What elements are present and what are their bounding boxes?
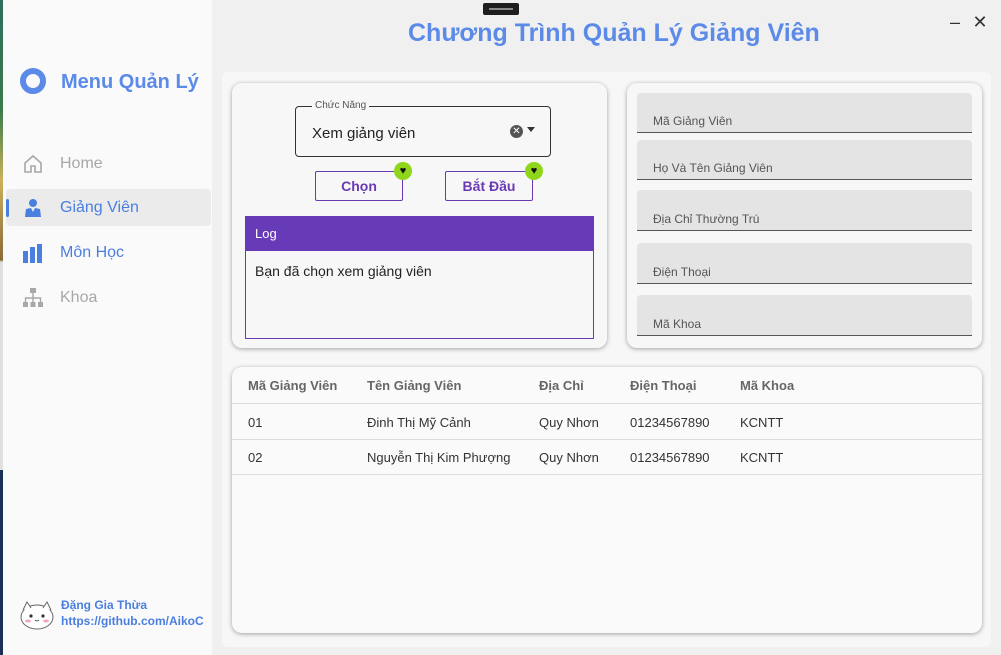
table-cell: KCNTT (740, 415, 784, 430)
teacher-icon (25, 199, 41, 217)
avatar (20, 601, 54, 630)
sidebar: Menu Quản Lý Home Giảng Viên Môn Học Kho… (3, 0, 212, 655)
field-placeholder: Mã Giảng Viên (653, 114, 733, 128)
log-panel: Log Bạn đã chọn xem giảng viên (245, 216, 594, 339)
table-row[interactable]: 02 Nguyễn Thị Kim Phượng Quy Nhơn 012345… (232, 440, 982, 475)
page-title: Chương Trình Quản Lý Giảng Viên (408, 19, 820, 47)
home-icon (24, 154, 42, 173)
column-header[interactable]: Địa Chỉ (539, 378, 584, 393)
department-id-field[interactable]: Mã Khoa (637, 295, 972, 336)
column-header[interactable]: Mã Giảng Viên (248, 378, 337, 393)
table-cell: Đinh Thị Mỹ Cảnh (367, 415, 471, 430)
chevron-down-icon[interactable] (527, 127, 535, 132)
author-name: Đặng Gia Thừa (61, 598, 148, 612)
table-cell: 01234567890 (630, 450, 710, 465)
table-header: Mã Giảng Viên Tên Giảng Viên Địa Chỉ Điệ… (232, 367, 982, 404)
app-window: Menu Quản Lý Home Giảng Viên Môn Học Kho… (0, 0, 1001, 655)
sidebar-item-label: Môn Học (60, 244, 125, 261)
drag-handle[interactable] (483, 3, 519, 15)
log-title: Log (246, 217, 593, 251)
sidebar-item-home[interactable]: Home (6, 145, 211, 182)
lecturer-name-field[interactable]: Họ Và Tên Giảng Viên (637, 140, 972, 180)
org-chart-icon (23, 288, 43, 307)
table-cell: Nguyễn Thị Kim Phượng (367, 450, 511, 465)
lecturer-form: Mã Giảng Viên Họ Và Tên Giảng Viên Địa C… (627, 83, 982, 348)
function-select-value: Xem giảng viên (312, 125, 416, 142)
column-header[interactable]: Điện Thoại (630, 378, 696, 393)
bar-chart-icon (23, 244, 42, 263)
table-cell: KCNTT (740, 450, 784, 465)
sidebar-item-label: Home (60, 155, 103, 172)
sidebar-item-mon-hoc[interactable]: Môn Học (6, 234, 211, 271)
close-icon[interactable]: ✕ (970, 12, 990, 32)
sidebar-item-giang-vien[interactable]: Giảng Viên (6, 189, 211, 226)
address-field[interactable]: Địa Chỉ Thường Trú (637, 190, 972, 231)
table-cell: 01234567890 (630, 415, 710, 430)
log-text: Bạn đã chọn xem giảng viên (255, 263, 432, 279)
table-cell: Quy Nhơn (539, 415, 599, 430)
field-placeholder: Địa Chỉ Thường Trú (653, 212, 760, 226)
choose-button[interactable]: Chọn (315, 171, 403, 201)
sidebar-title: Menu Quản Lý (61, 71, 199, 93)
heart-badge-icon: ♥ (394, 162, 412, 180)
column-header[interactable]: Mã Khoa (740, 378, 794, 393)
app-logo-icon (20, 68, 46, 94)
lecturer-table: Mã Giảng Viên Tên Giảng Viên Địa Chỉ Điệ… (232, 367, 982, 633)
table-row[interactable]: 01 Đinh Thị Mỹ Cảnh Quy Nhơn 01234567890… (232, 405, 982, 440)
table-cell: Quy Nhơn (539, 450, 599, 465)
table-cell: 01 (248, 415, 263, 430)
author-link[interactable]: https://github.com/AikoC (61, 614, 211, 628)
clear-icon[interactable]: ✕ (510, 125, 523, 138)
sidebar-item-label: Giảng Viên (60, 199, 139, 216)
function-panel: Chức Năng Xem giảng viên ✕ Chọn ♥ Bắt Đầ… (232, 83, 607, 348)
function-select[interactable]: Chức Năng Xem giảng viên ✕ (295, 100, 551, 157)
minimize-icon[interactable]: – (945, 12, 965, 32)
function-select-label: Chức Năng (312, 100, 370, 111)
lecturer-id-field[interactable]: Mã Giảng Viên (637, 93, 972, 133)
sidebar-item-label: Khoa (60, 289, 98, 306)
start-button[interactable]: Bắt Đầu (445, 171, 533, 201)
table-cell: 02 (248, 450, 263, 465)
field-placeholder: Mã Khoa (653, 317, 702, 331)
column-header[interactable]: Tên Giảng Viên (367, 378, 461, 393)
active-indicator (6, 199, 9, 217)
phone-field[interactable]: Điện Thoại (637, 243, 972, 284)
sidebar-item-khoa[interactable]: Khoa (6, 279, 211, 316)
heart-badge-icon: ♥ (525, 162, 543, 180)
field-placeholder: Điện Thoại (653, 265, 711, 279)
field-placeholder: Họ Và Tên Giảng Viên (653, 161, 773, 175)
